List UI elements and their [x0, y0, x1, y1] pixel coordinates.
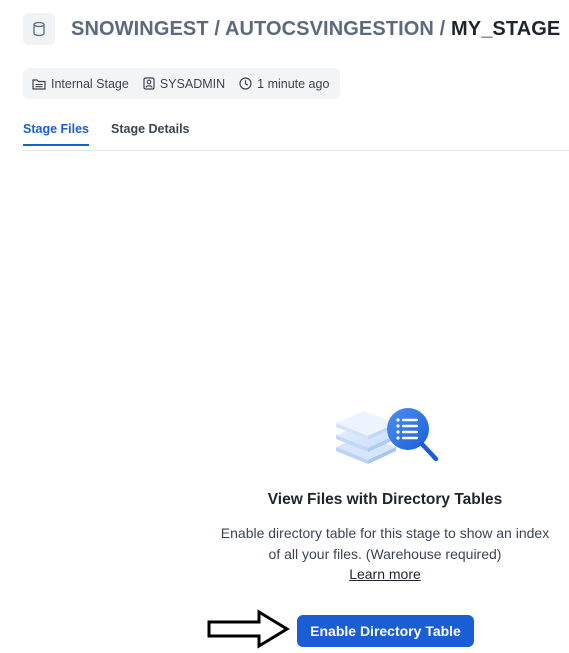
- tab-stage-files[interactable]: Stage Files: [23, 122, 89, 146]
- stage-tabs: Stage Files Stage Details: [23, 118, 569, 151]
- empty-state-title: View Files with Directory Tables: [267, 491, 503, 508]
- meta-last-modified: 1 minute ago: [239, 77, 329, 91]
- breadcrumb-schema[interactable]: AUTOCSVINGESTION: [225, 18, 434, 40]
- clock-icon: [239, 77, 252, 90]
- page-header: SNOWINGEST / AUTOCSVINGESTION / MY_STAGE: [23, 12, 560, 46]
- meta-owner-role: SYSADMIN: [143, 77, 225, 91]
- user-role-icon: [143, 77, 155, 90]
- meta-owner-role-label: SYSADMIN: [159, 76, 226, 91]
- directory-search-illustration: [336, 408, 439, 464]
- meta-last-modified-label: 1 minute ago: [257, 76, 330, 91]
- empty-state-description: Enable directory table for this stage to…: [220, 525, 550, 562]
- breadcrumb-separator: /: [214, 17, 221, 40]
- enable-directory-table-button[interactable]: Enable Directory Table: [297, 615, 474, 647]
- meta-stage-type: Internal Stage: [32, 77, 129, 91]
- page-title: SNOWINGEST / AUTOCSVINGESTION / MY_STAGE: [71, 18, 560, 41]
- breadcrumb-current: MY_STAGE: [451, 17, 561, 40]
- breadcrumb-database[interactable]: SNOWINGEST: [71, 18, 209, 40]
- database-icon: [23, 13, 55, 45]
- empty-state: View Files with Directory Tables Enable …: [200, 395, 569, 584]
- learn-more-link[interactable]: Learn more: [349, 566, 421, 582]
- breadcrumb-separator: /: [439, 17, 446, 40]
- meta-stage-type-label: Internal Stage: [51, 76, 129, 91]
- stage-icon: [32, 78, 46, 90]
- tab-stage-details[interactable]: Stage Details: [111, 122, 190, 144]
- stage-meta-bar: Internal Stage SYSADMIN 1 minute ago: [23, 68, 340, 99]
- right-arrow-annotation: [207, 609, 290, 649]
